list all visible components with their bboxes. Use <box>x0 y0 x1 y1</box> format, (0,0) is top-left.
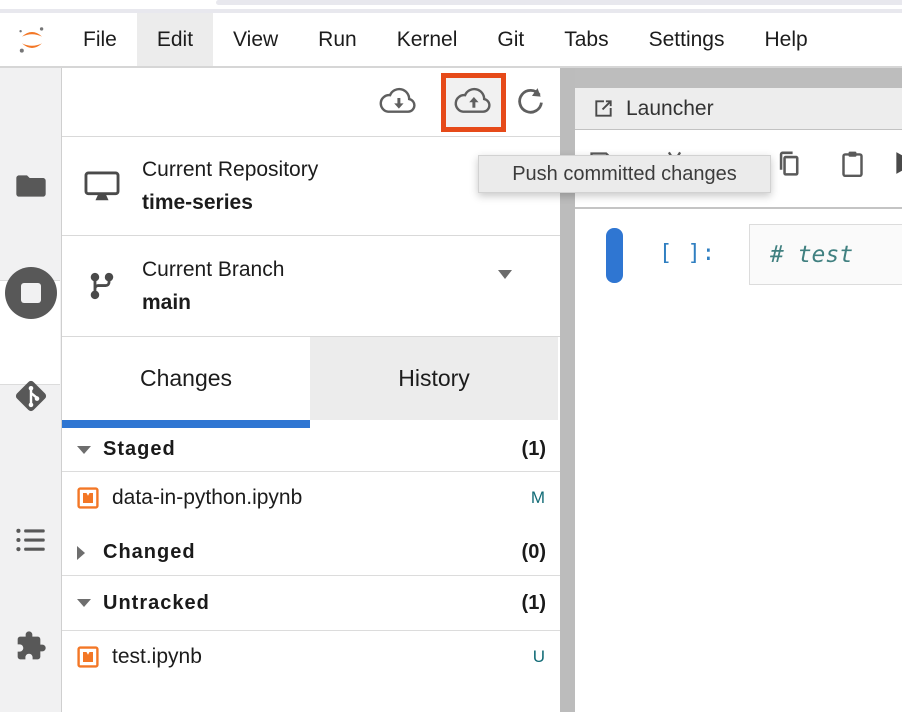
cloud-pull-icon[interactable] <box>376 86 422 118</box>
current-branch-row[interactable]: Current Branch main <box>62 236 560 337</box>
cloud-push-icon[interactable] <box>451 86 497 118</box>
git-branch-icon <box>77 269 127 303</box>
file-name: data-in-python.ipynb <box>112 486 302 510</box>
section-header-staged[interactable]: Staged (1) <box>62 428 560 472</box>
tab-bar-background <box>575 68 902 88</box>
file-row-untracked[interactable]: test.ipynb U <box>62 631 560 683</box>
current-repository-value: time-series <box>142 191 318 215</box>
changed-count: (0) <box>522 541 546 564</box>
table-of-contents-icon[interactable] <box>0 526 62 554</box>
copy-icon[interactable] <box>774 149 802 179</box>
collapse-caret-icon <box>77 599 91 607</box>
jupyter-logo-icon <box>17 25 47 55</box>
changed-label: Changed <box>103 541 196 564</box>
run-icon[interactable] <box>892 149 902 177</box>
menu-item-run[interactable]: Run <box>298 13 377 66</box>
tab-launcher-label: Launcher <box>626 97 714 121</box>
file-status-badge: M <box>531 488 545 508</box>
untracked-label: Untracked <box>103 592 210 615</box>
current-branch-label: Current Branch <box>142 258 284 282</box>
untracked-count: (1) <box>522 592 546 615</box>
staged-count: (1) <box>522 438 546 461</box>
git-panel-tabs: Changes History <box>62 337 560 428</box>
staged-label: Staged <box>103 438 176 461</box>
branch-dropdown-caret-icon[interactable] <box>498 270 512 279</box>
git-icon[interactable] <box>0 376 62 416</box>
collapse-caret-icon <box>77 446 91 454</box>
cell-prompt: [ ]: <box>659 241 716 266</box>
menu-item-file[interactable]: File <box>63 13 137 66</box>
section-header-untracked[interactable]: Untracked (1) <box>62 576 560 631</box>
menu-item-kernel[interactable]: Kernel <box>377 13 478 66</box>
push-tooltip: Push committed changes <box>478 155 771 193</box>
menu-item-settings[interactable]: Settings <box>629 13 745 66</box>
highlight-box <box>441 73 506 132</box>
file-browser-icon[interactable] <box>0 172 62 200</box>
notebook-file-icon <box>76 645 100 669</box>
current-repository-label: Current Repository <box>142 158 318 182</box>
tab-launcher[interactable]: Launcher <box>575 88 902 130</box>
active-cell-indicator[interactable] <box>606 228 623 283</box>
menu-item-git[interactable]: Git <box>477 13 544 66</box>
cell-code: # test <box>770 242 853 268</box>
left-sidebar <box>0 68 62 712</box>
cell-editor[interactable]: # test <box>749 224 902 285</box>
file-status-badge: U <box>533 647 545 667</box>
browser-top-strip <box>0 0 902 13</box>
menu-bar: File Edit View Run Kernel Git Tabs Setti… <box>0 13 902 68</box>
expand-caret-icon <box>77 546 85 560</box>
menu-item-tabs[interactable]: Tabs <box>544 13 628 66</box>
window-top-edge <box>216 0 902 5</box>
paste-icon[interactable] <box>839 149 866 179</box>
tab-history[interactable]: History <box>310 337 558 420</box>
section-header-changed[interactable]: Changed (0) <box>62 530 560 576</box>
active-tab-underline <box>62 420 310 428</box>
notebook-file-icon <box>76 486 100 510</box>
launcher-icon <box>592 97 615 120</box>
git-panel-toolbar <box>62 68 560 137</box>
tab-changes[interactable]: Changes <box>62 337 310 420</box>
extension-manager-icon[interactable] <box>0 630 62 662</box>
running-sessions-icon[interactable] <box>0 266 62 320</box>
menu-item-view[interactable]: View <box>213 13 298 66</box>
menu-item-help[interactable]: Help <box>745 13 828 66</box>
notebook-content: [ ]: # test <box>575 209 902 712</box>
current-branch-value: main <box>142 291 284 315</box>
refresh-icon[interactable] <box>513 85 547 119</box>
menu-item-edit[interactable]: Edit <box>137 13 213 66</box>
file-name: test.ipynb <box>112 645 202 669</box>
desktop-icon <box>77 169 127 203</box>
file-row-staged[interactable]: data-in-python.ipynb M <box>62 472 560 524</box>
